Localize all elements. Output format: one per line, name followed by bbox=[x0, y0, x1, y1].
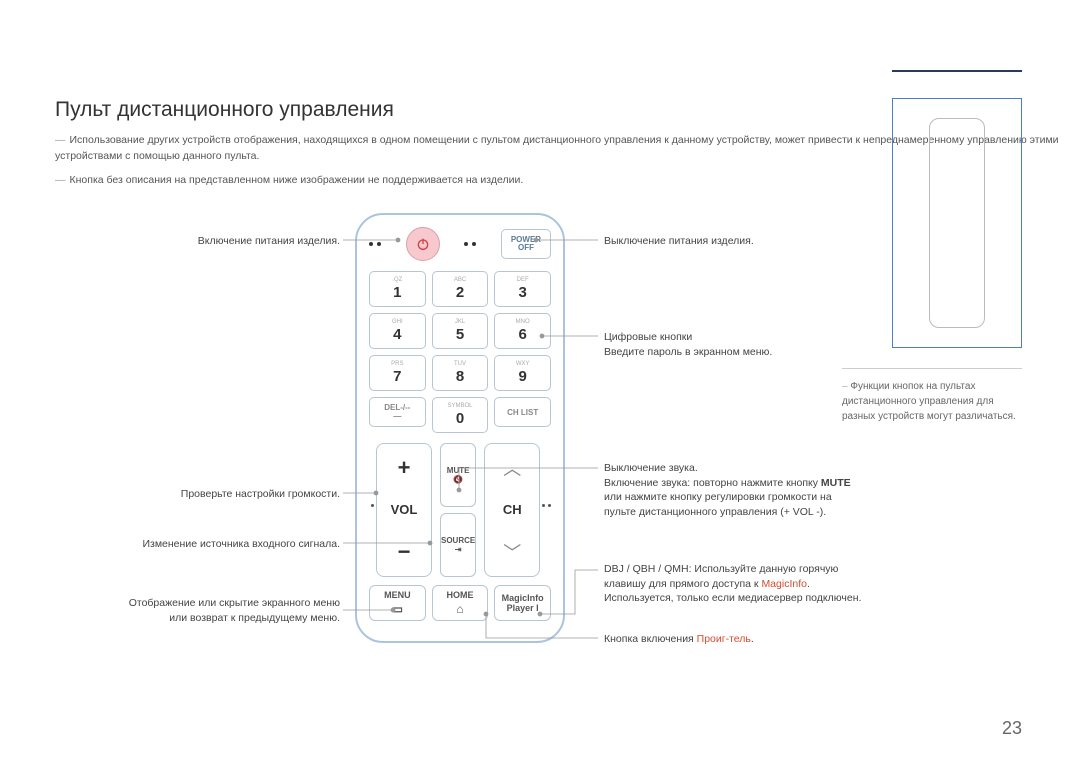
key-8: TUV8 bbox=[432, 355, 489, 391]
mute-button: MUTE🔇 bbox=[440, 443, 476, 507]
magicinfo-button: MagicInfoPlayer I bbox=[494, 585, 551, 621]
side-dots-right bbox=[542, 504, 551, 507]
label-power-off: Выключение питания изделия. bbox=[604, 234, 864, 249]
menu-button: MENU▭ bbox=[369, 585, 426, 621]
remote-control: POWER OFF .QZ1 ABC2 DEF3 GHI4 JKL5 MNO6 … bbox=[355, 213, 565, 643]
key-chlist: CH LIST bbox=[494, 397, 551, 427]
volume-rocker: + VOL − bbox=[376, 443, 432, 577]
label-menu: Отображение или скрытие экранного меню и… bbox=[60, 596, 340, 625]
page-title: Пульт дистанционного управления bbox=[55, 98, 394, 122]
power-off-button: POWER OFF bbox=[501, 229, 551, 259]
key-3: DEF3 bbox=[494, 271, 551, 307]
sidebar-note: – Функции кнопок на пультах дистанционно… bbox=[842, 368, 1022, 424]
label-volume: Проверьте настройки громкости. bbox=[60, 487, 340, 502]
top-rule bbox=[892, 70, 1022, 72]
page-number: 23 bbox=[1002, 718, 1022, 739]
power-button bbox=[406, 227, 440, 261]
note-2: Кнопка без описания на представленном ни… bbox=[70, 174, 524, 186]
remote-thumbnail-box bbox=[892, 98, 1022, 348]
source-button: SOURCE⇥ bbox=[440, 513, 476, 577]
key-1: .QZ1 bbox=[369, 271, 426, 307]
number-pad: .QZ1 ABC2 DEF3 GHI4 JKL5 MNO6 PRS7 TUV8 … bbox=[369, 271, 551, 391]
ir-dots-right bbox=[464, 242, 476, 246]
home-button: HOME⌂ bbox=[432, 585, 489, 621]
label-numeric: Цифровые кнопки Введите пароль в экранно… bbox=[604, 330, 864, 359]
key-7: PRS7 bbox=[369, 355, 426, 391]
label-power-on: Включение питания изделия. bbox=[60, 234, 340, 249]
home-icon: ⌂ bbox=[456, 602, 463, 616]
key-5: JKL5 bbox=[432, 313, 489, 349]
label-source: Изменение источника входного сигнала. bbox=[60, 537, 340, 552]
source-icon: ⇥ bbox=[455, 545, 462, 554]
menu-icon: ▭ bbox=[392, 602, 403, 616]
power-icon bbox=[415, 236, 431, 252]
ir-dots-left bbox=[369, 242, 381, 246]
label-mute: Выключение звука. Включение звука: повто… bbox=[604, 461, 864, 520]
label-magicinfo: DBJ / QBH / QMH: Используйте данную горя… bbox=[604, 562, 864, 606]
key-9: WXY9 bbox=[494, 355, 551, 391]
key-6: MNO6 bbox=[494, 313, 551, 349]
label-player: Кнопка включения Проиг-тель. bbox=[604, 632, 864, 647]
channel-rocker: ︿ CH ﹀ bbox=[484, 443, 540, 577]
mute-icon: 🔇 bbox=[453, 475, 463, 484]
key-2: ABC2 bbox=[432, 271, 489, 307]
remote-thumbnail bbox=[929, 118, 985, 328]
side-dots-left bbox=[371, 504, 374, 507]
key-0: SYMBOL0 bbox=[432, 397, 489, 433]
key-4: GHI4 bbox=[369, 313, 426, 349]
key-del: DEL-/--— bbox=[369, 397, 426, 427]
